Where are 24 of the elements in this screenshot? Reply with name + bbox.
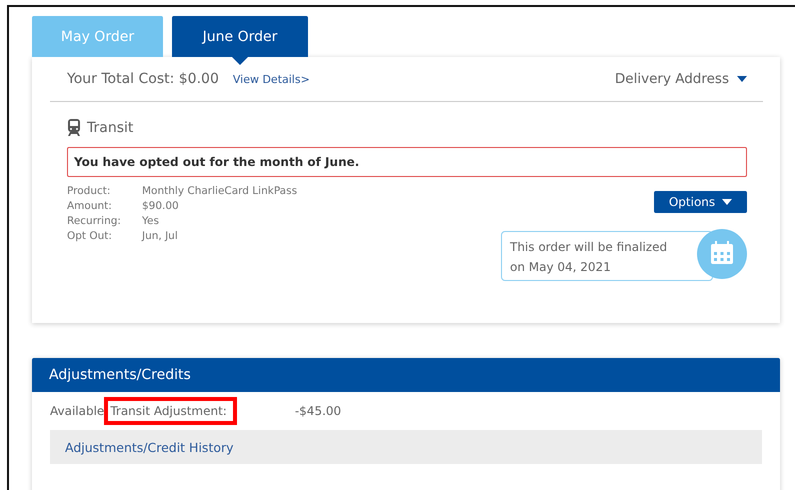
detail-label: Opt Out: — [67, 230, 113, 242]
section-title: Transit — [87, 120, 134, 136]
train-icon — [67, 119, 81, 136]
adjustment-amount: -$45.00 — [294, 404, 342, 418]
opt-out-alert: You have opted out for the month of June. — [67, 147, 747, 177]
caret-icon — [737, 76, 747, 82]
detail-value: $90.00 — [142, 200, 180, 212]
delivery-address-dropdown[interactable]: Delivery Address — [614, 71, 763, 87]
caret-icon — [722, 199, 732, 205]
tab[interactable]: June Order — [172, 16, 308, 65]
options-button[interactable]: Options — [654, 191, 747, 213]
adjustment-label: Transit Adjustment: — [104, 397, 237, 425]
detail-label: Product: — [67, 185, 112, 197]
total-cost: Your Total Cost: $0.00 — [67, 71, 219, 87]
view-details-link[interactable]: View Details> — [232, 73, 310, 86]
detail-value: Monthly CharlieCard LinkPass — [142, 185, 298, 197]
adjustment-label: Available — [50, 404, 104, 418]
credit-history-link[interactable]: Adjustments/Credit History — [65, 440, 234, 454]
detail-value: Jun, Jul — [142, 230, 179, 242]
panel-title: Adjustments/Credits — [32, 358, 780, 392]
detail-value: Yes — [142, 215, 160, 227]
detail-label: Recurring: — [67, 215, 122, 227]
detail-label: Amount: — [67, 200, 113, 212]
calendar-icon — [697, 229, 747, 279]
